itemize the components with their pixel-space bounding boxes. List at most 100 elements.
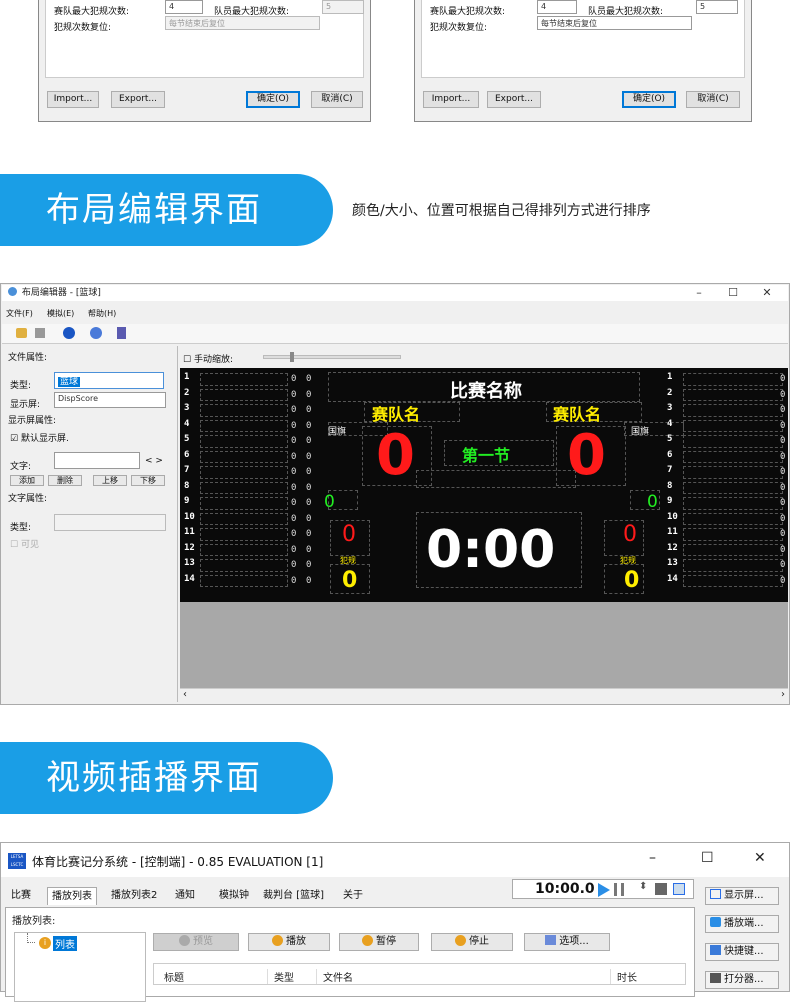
player-points: 0: [306, 389, 312, 400]
col-type[interactable]: 类型: [267, 969, 294, 984]
stop-icon[interactable]: [35, 328, 45, 338]
player-slot: [200, 388, 288, 401]
scroll-right-icon[interactable]: ›: [781, 689, 785, 700]
options-button[interactable]: 选项...: [524, 933, 610, 951]
tab-notice[interactable]: 通知: [171, 887, 199, 905]
close-icon[interactable]: ✕: [758, 285, 776, 301]
zoom-slider[interactable]: [263, 352, 401, 362]
player-points: 0: [306, 374, 312, 384]
player-slot: [683, 404, 783, 417]
menu-file[interactable]: 文件(F): [6, 308, 33, 319]
bonus-right: 0: [624, 568, 640, 593]
timer-pause-icon[interactable]: [614, 883, 624, 896]
import-button[interactable]: Import...: [423, 91, 479, 108]
player-fouls: 0: [291, 575, 297, 586]
foul-reset-label: 犯规次数复位:: [430, 23, 488, 33]
display-props-label: 显示屏属性:: [8, 416, 57, 426]
horizontal-scrollbar[interactable]: ‹ ›: [180, 688, 788, 702]
timer-adjust-icon[interactable]: ⬍: [639, 881, 647, 892]
display-select[interactable]: DispScore: [54, 392, 166, 408]
player-slot: [200, 435, 288, 448]
tab-about[interactable]: 关于: [339, 887, 367, 905]
team-max-fouls-input[interactable]: 4: [165, 0, 203, 14]
scroll-left-icon[interactable]: ‹: [183, 689, 187, 700]
ok-button[interactable]: 确定(O): [622, 91, 676, 108]
text-nav-arrows[interactable]: < >: [145, 456, 163, 466]
player-max-fouls-input[interactable]: 5: [322, 0, 364, 14]
maximize-icon[interactable]: ☐: [724, 285, 742, 301]
player-fouls: 0: [291, 389, 297, 400]
minimize-icon[interactable]: –: [649, 850, 656, 866]
col-filename[interactable]: 文件名: [316, 969, 353, 984]
type2-label: 类型:: [10, 523, 32, 533]
zoom-slider-thumb[interactable]: [290, 352, 294, 362]
tab-referee[interactable]: 裁判台 [篮球]: [259, 887, 328, 905]
window-title: 布局编辑器 - [篮球]: [21, 288, 101, 298]
timer-grid-icon[interactable]: [673, 883, 685, 895]
play-button[interactable]: 播放: [248, 933, 330, 951]
open-icon[interactable]: [16, 328, 27, 338]
canvas-area: 1 0 0 2 0 0 3 0 0 4 0 0 5 0 0 6 0 0 7 0 0 8 0 0 9 0 0 10 0 0 11 0 0 12 0 0 1…: [180, 368, 788, 702]
timer-display: 10:00.0: [535, 881, 595, 897]
team-max-fouls-input[interactable]: 4: [537, 0, 577, 14]
move-up-button[interactable]: 上移: [93, 475, 127, 486]
player-fouls: 0: [291, 482, 297, 493]
layout-box[interactable]: [416, 470, 576, 488]
export-button[interactable]: Export...: [111, 91, 165, 108]
text-select[interactable]: [54, 452, 140, 469]
ok-button[interactable]: 确定(O): [246, 91, 300, 108]
player-number: 2: [667, 387, 673, 398]
team-name-right: 赛队名: [553, 405, 602, 424]
visible-checkbox[interactable]: ☐ 可见: [10, 537, 39, 550]
player-max-fouls-input[interactable]: 5: [696, 0, 738, 14]
player-fouls: 0: [291, 498, 297, 508]
timer-stop-icon[interactable]: [655, 883, 667, 895]
stop-button[interactable]: 停止: [431, 933, 513, 951]
tab-playlist2[interactable]: 播放列表2: [107, 887, 161, 905]
import-button[interactable]: Import...: [47, 91, 99, 108]
manual-zoom-checkbox[interactable]: ☐ 手动缩放:: [183, 352, 233, 365]
player-number: 2: [184, 387, 190, 398]
foul-reset-select[interactable]: 每节结束后复位: [165, 16, 320, 30]
cancel-button[interactable]: 取消(C): [311, 91, 363, 108]
minimize-icon[interactable]: –: [690, 285, 708, 301]
cancel-button[interactable]: 取消(C): [686, 91, 740, 108]
col-duration[interactable]: 时长: [610, 969, 637, 984]
tree-item-list[interactable]: 列表: [53, 936, 77, 951]
player-number: 7: [667, 465, 673, 475]
foul-label-right: 犯规: [620, 556, 636, 565]
player-button[interactable]: 播放端...: [705, 915, 779, 933]
display-button[interactable]: 显示屏...: [705, 887, 779, 905]
foul-reset-select[interactable]: 每节结束后复位: [537, 16, 692, 30]
hotkey-button[interactable]: 快捷键...: [705, 943, 779, 961]
exit-icon[interactable]: [117, 327, 126, 339]
scoreboard-preview: 1 0 0 2 0 0 3 0 0 4 0 0 5 0 0 6 0 0 7 0 0 8 0 0 9 0 0 10 0 0 11 0 0 12 0 0 1…: [180, 368, 788, 602]
default-display-checkbox[interactable]: ☑ 默认显示屏.: [10, 431, 69, 444]
tab-playlist[interactable]: 播放列表: [47, 887, 97, 905]
tab-sim-clock[interactable]: 模拟钟: [215, 887, 253, 905]
add-button[interactable]: 添加: [10, 475, 44, 486]
move-down-button[interactable]: 下移: [131, 475, 165, 486]
type2-select[interactable]: [54, 514, 166, 531]
preview-button[interactable]: 预览: [153, 933, 239, 951]
type-input[interactable]: 篮球: [54, 372, 164, 389]
game-clock: 0:00: [426, 520, 556, 580]
player-slot: [200, 574, 288, 587]
export-button[interactable]: Export...: [487, 91, 541, 108]
tab-match[interactable]: 比赛: [7, 887, 35, 905]
close-icon[interactable]: ✕: [754, 850, 766, 866]
video-section-banner: 视频插播界面: [0, 742, 333, 814]
layout-section-caption: 颜色/大小、位置可根据自己得排列方式进行排序: [352, 203, 651, 219]
display-label: 显示屏:: [10, 400, 41, 410]
help-icon[interactable]: [90, 327, 102, 339]
maximize-icon[interactable]: ☐: [701, 850, 714, 866]
timer-play-icon[interactable]: [598, 883, 610, 897]
col-title[interactable]: 标题: [164, 969, 184, 984]
menu-simulate[interactable]: 模拟(E): [47, 308, 74, 319]
control-title-bar: LETSA LSCTC 体育比赛记分系统 - [控制端] - 0.85 EVAL…: [1, 843, 789, 877]
play-icon[interactable]: [63, 327, 75, 339]
pause-button[interactable]: 暂停: [339, 933, 419, 951]
delete-button[interactable]: 删除: [48, 475, 82, 486]
scorer-button[interactable]: 打分器...: [705, 971, 779, 989]
menu-help[interactable]: 帮助(H): [88, 308, 116, 319]
